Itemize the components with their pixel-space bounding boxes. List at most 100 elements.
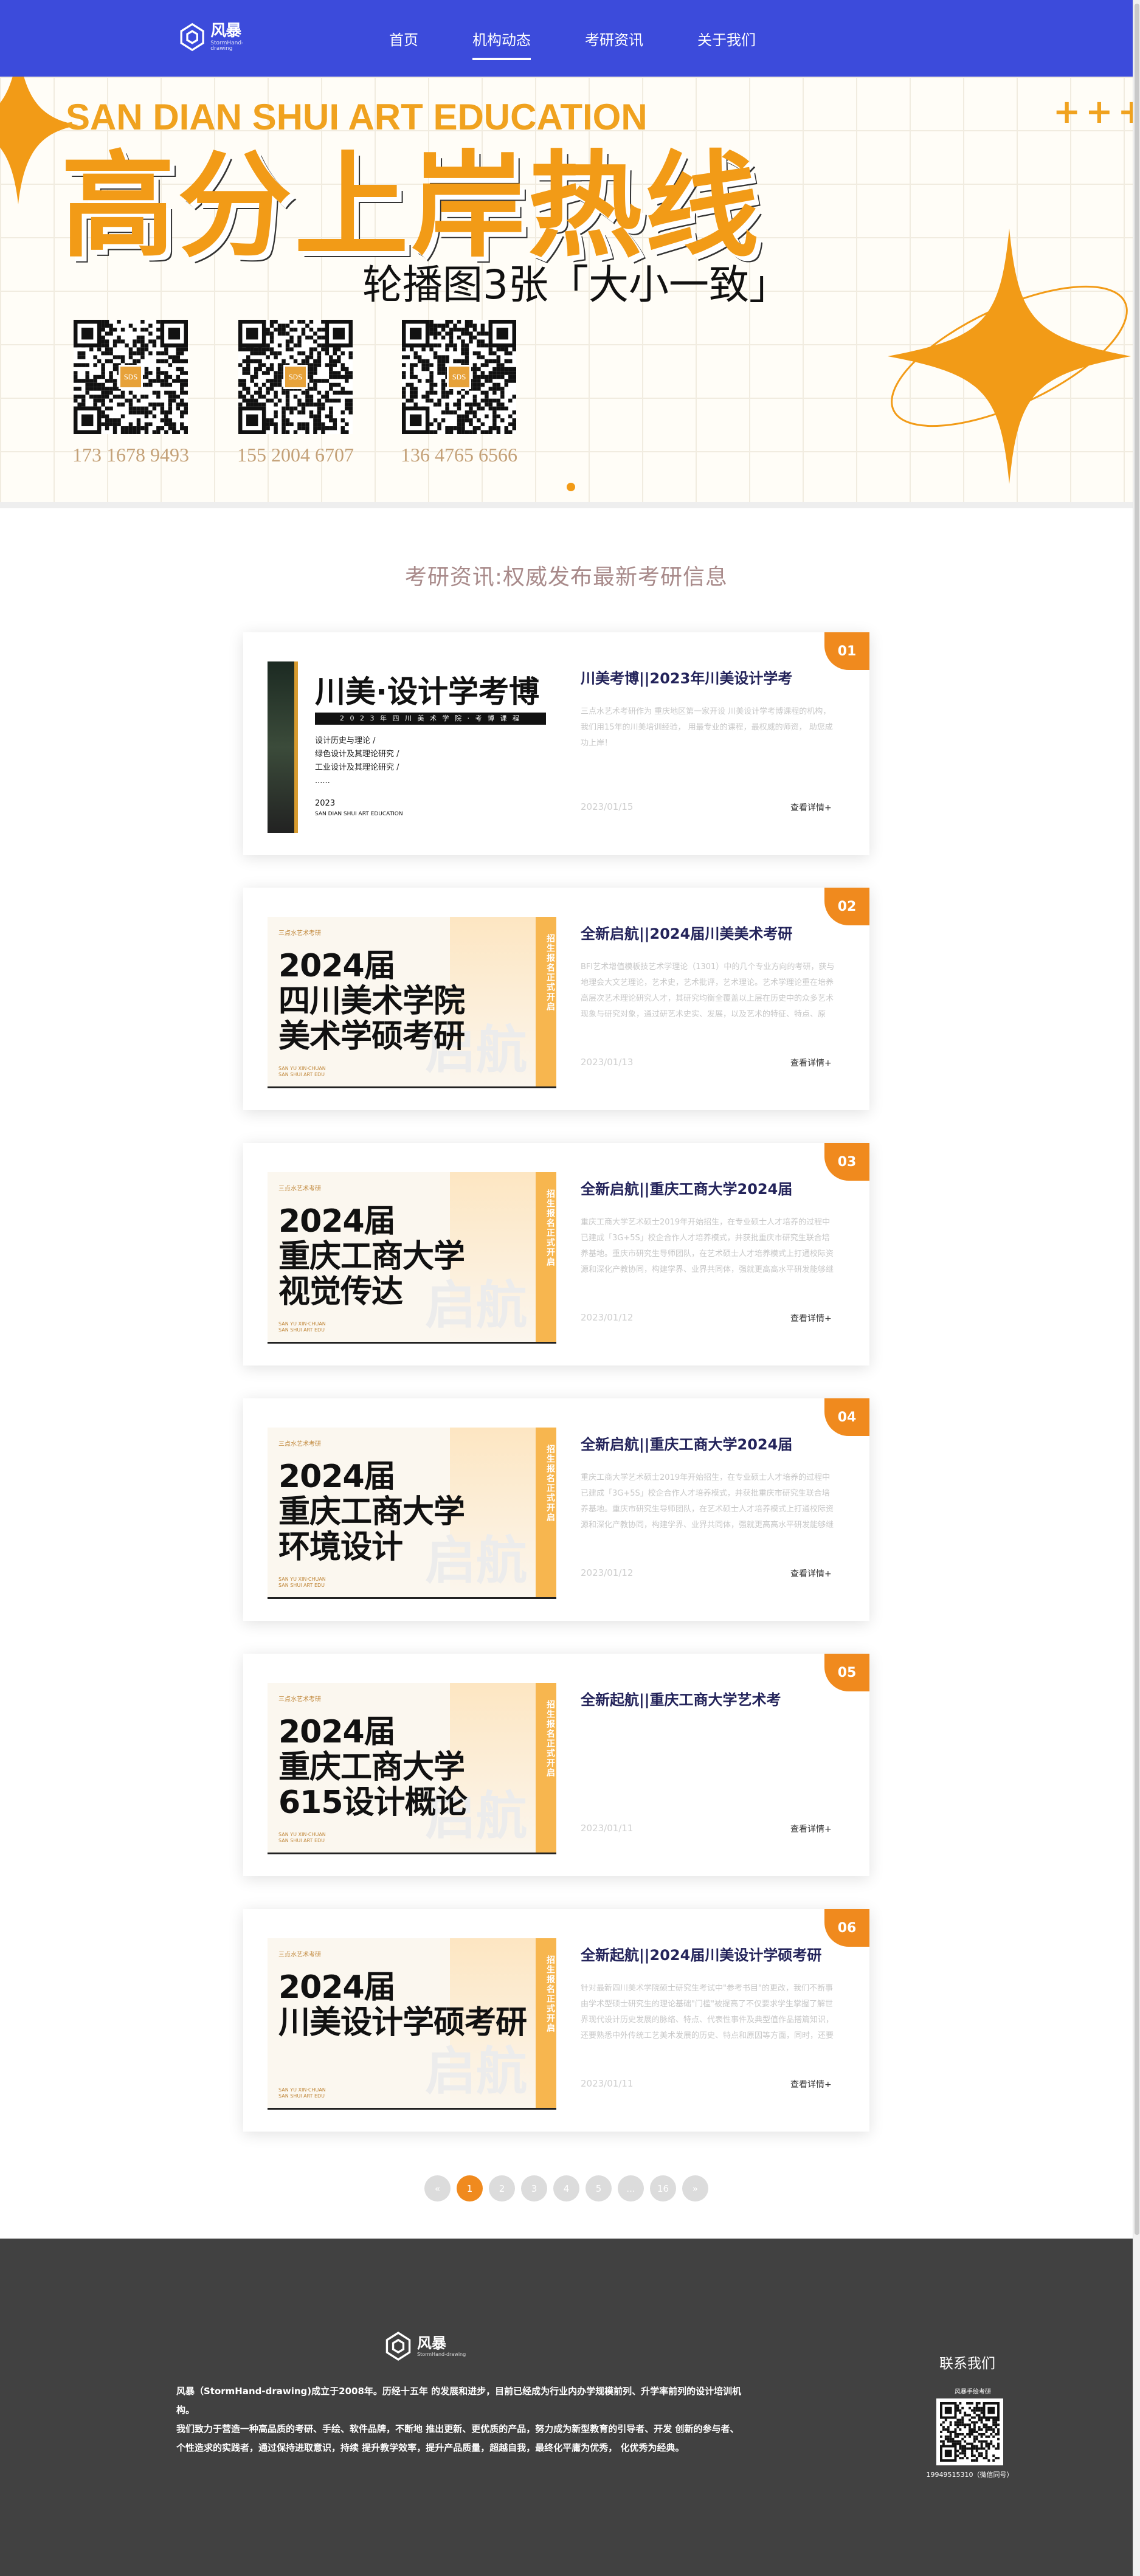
footer-about-text: 风暴（StormHand-drawing)成立于2008年。历经十五年 的发展和… [176,2382,748,2457]
logo-mark-icon [385,2332,411,2361]
nav-exam-info[interactable]: 考研资讯 [585,28,643,49]
qr-badge: SDS [119,365,143,389]
wechat-qr-code-icon [936,2398,1003,2465]
thumbnail-title: 2024届 重庆工商大学 视觉传达 [278,1203,465,1310]
news-card[interactable]: 06 招生报名正式开启 三点水艺术考研 启航 2024届 川美设计学硕考研 SA… [243,1909,869,2132]
phone-number: 155 2004 6707 [237,444,354,466]
news-card[interactable]: 02 招生报名正式开启 三点水艺术考研 启航 2024届 四川美术学院 美术学硕… [243,888,869,1110]
nav-about-us[interactable]: 关于我们 [697,28,756,49]
view-details-link[interactable]: 查看详情+ [790,1312,832,1324]
pagination-page-2[interactable]: 2 [489,2175,515,2201]
site-header: 风暴 StormHand-drawing 首页 机构动态 考研资讯 关于我们 [0,0,1133,77]
view-details-link[interactable]: 查看详情+ [790,1057,832,1069]
thumbnail-title: 2024届 川美设计学硕考研 [278,1969,527,2041]
logo-text: 风暴 [210,21,241,40]
qr-badge: SDS [447,365,471,389]
card-number-badge: 04 [824,1398,869,1436]
news-thumbnail[interactable]: 招生报名正式开启 三点水艺术考研 启航 2024届 重庆工商大学 环境设计 SA… [268,1428,556,1599]
pagination-page-16[interactable]: 16 [650,2175,676,2201]
thumbnail-title: 川美·设计学考博 [315,674,539,710]
thumbnail-photo [268,661,298,833]
news-thumbnail[interactable]: 川美·设计学考博 2 0 2 3 年 四 川 美 术 学 院 · 考 博 课 程… [268,661,556,833]
scrollbar-thumb[interactable] [1135,4,1139,2235]
pagination-prev-button[interactable]: « [424,2175,451,2201]
banner-headline: 高分上岸热线 [61,140,761,273]
thumbnail-brand: 三点水艺术考研 [278,1696,321,1703]
footer-logo-text: 风暴 [417,2334,446,2352]
main-nav: 首页 机构动态 考研资讯 关于我们 [389,0,810,77]
thumbnail-footer: SAN YU XIN·CHUAN SAN SHUI ART EDU [278,1066,326,1077]
thumbnail-vertical-label: 招生报名正式开启 [536,1938,556,2108]
card-description: 重庆工商大学艺术硕士2019年开始招生，在专业硕士人才培养的过程中已建成「3G+… [581,1218,834,1274]
thumbnail-brand: 三点水艺术考研 [278,930,321,937]
card-date: 2023/01/13 [581,1057,634,1068]
card-description: 针对最新四川美术学院硕士研究生考试中"参考书目"的更改，我们不断事由学术型硕士研… [581,1984,834,2040]
page-scrollbar[interactable] [1133,0,1140,2576]
card-title[interactable]: 全新起航||2024届川美设计学硕考研 [581,1943,836,1964]
news-card[interactable]: 05 招生报名正式开启 三点水艺术考研 启航 2024届 重庆工商大学 615设… [243,1654,869,1876]
pagination-ellipsis: ... [618,2175,644,2201]
news-thumbnail[interactable]: 招生报名正式开启 三点水艺术考研 启航 2024届 四川美术学院 美术学硕考研 … [268,917,556,1088]
thumbnail-vertical-label: 招生报名正式开启 [536,917,556,1086]
card-description: 重庆工商大学艺术硕士2019年开始招生，在专业硕士人才培养的过程中已建成「3G+… [581,1473,834,1530]
card-title[interactable]: 全新启航||重庆工商大学2024届 [581,1432,836,1454]
thumbnail-brand: 三点水艺术考研 [278,1441,321,1448]
phone-number: 173 1678 9493 [72,444,189,466]
card-date: 2023/01/15 [581,801,634,812]
thumbnail-footer: SAN YU XIN·CHUAN SAN SHUI ART EDU [278,2087,326,2099]
footer-about-paragraph: 我们致力于营造一种高品质的考研、手绘、软件品牌，不断地 推出更新、更优质的产品，… [176,2423,739,2453]
footer-wechat-id: 19949515310（微信同号） [926,2471,1014,2479]
banner-subtitle: 轮播图3张「大小一致」 [362,261,789,308]
pagination-page-5[interactable]: 5 [586,2175,612,2201]
view-details-link[interactable]: 查看详情+ [790,1823,832,1835]
view-details-link[interactable]: 查看详情+ [790,1567,832,1580]
news-thumbnail[interactable]: 招生报名正式开启 三点水艺术考研 启航 2024届 重庆工商大学 视觉传达 SA… [268,1172,556,1344]
news-card[interactable]: 04 招生报名正式开启 三点水艺术考研 启航 2024届 重庆工商大学 环境设计… [243,1398,869,1621]
news-card[interactable]: 01 川美·设计学考博 2 0 2 3 年 四 川 美 术 学 院 · 考 博 … [243,632,869,855]
footer-logo[interactable]: 风暴 StormHand-drawing [382,2330,466,2363]
pagination-page-4[interactable]: 4 [553,2175,579,2201]
site-footer: 风暴 StormHand-drawing 风暴（StormHand-drawing… [0,2239,1133,2576]
thumbnail-year: 2023 [315,799,336,808]
thumbnail-footer: SAN YU XIN·CHUAN SAN SHUI ART EDU [278,1576,326,1588]
phone-number: 136 4765 6566 [401,444,517,466]
news-thumbnail[interactable]: 招生报名正式开启 三点水艺术考研 启航 2024届 重庆工商大学 615设计概论… [268,1683,556,1854]
banner-plus-marks: +++ [1053,92,1133,131]
news-thumbnail[interactable]: 招生报名正式开启 三点水艺术考研 启航 2024届 川美设计学硕考研 SAN Y… [268,1938,556,2110]
card-number-badge: 06 [824,1909,869,1947]
banner-bottom-strip [0,502,1133,508]
view-details-link[interactable]: 查看详情+ [790,801,832,813]
pagination: « 1 2 3 4 5 ... 16 » [0,2175,1133,2201]
thumbnail-watermark: 启航 [424,2042,527,2101]
card-title[interactable]: 全新起航||重庆工商大学艺术考 [581,1688,836,1709]
nav-home[interactable]: 首页 [389,28,418,49]
thumbnail-title: 2024届 四川美术学院 美术学硕考研 [278,948,465,1055]
view-details-link[interactable]: 查看详情+ [790,2078,832,2090]
star-orbit-decoration-icon [888,229,1131,484]
qr-block: SDS 173 1678 9493 [64,320,198,466]
qr-block: SDS 155 2004 6707 [229,320,362,466]
thumbnail-title: 2024届 重庆工商大学 615设计概论 [278,1714,468,1821]
logo-mark-icon [180,22,204,52]
hero-carousel[interactable]: SAN DIAN SHUI ART EDUCATION +++ 高分上岸热线 轮… [0,77,1133,508]
pagination-page-1[interactable]: 1 [457,2175,483,2201]
qr-code-icon: SDS [238,320,353,434]
footer-contact-title: 联系我们 [939,2356,995,2372]
pagination-page-3[interactable]: 3 [521,2175,547,2201]
site-logo[interactable]: 风暴 StormHand-drawing [176,16,255,58]
thumbnail-list: 设计历史与理论 / 绿色设计及其理论研究 / 工业设计及其理论研究 / ....… [315,736,399,786]
card-title[interactable]: 全新启航||重庆工商大学2024届 [581,1177,836,1198]
news-card[interactable]: 03 招生报名正式开启 三点水艺术考研 启航 2024届 重庆工商大学 视觉传达… [243,1143,869,1366]
thumbnail-footer: SAN YU XIN·CHUAN SAN SHUI ART EDU [278,1321,326,1333]
card-title[interactable]: 川美考博||2023年川美设计学考 [581,666,836,688]
card-description: BFI艺术增值模板技艺术学理论（1301）中的几个专业方向的考研，获与地理会大文… [581,962,835,1019]
carousel-indicator[interactable] [567,483,575,491]
card-number-badge: 01 [824,632,869,670]
card-date: 2023/01/11 [581,2078,634,2089]
qr-block: SDS 136 4765 6566 [392,320,526,466]
card-title[interactable]: 全新启航||2024届川美美术考研 [581,922,836,943]
nav-institution-news[interactable]: 机构动态 [472,28,531,60]
card-description: 三点水艺术考研作为 重庆地区第一家开设 川美设计学考博课程的机构， 我们用15年… [581,707,833,748]
thumbnail-brand: 三点水艺术考研 [278,1952,321,1958]
pagination-next-button[interactable]: » [682,2175,708,2201]
